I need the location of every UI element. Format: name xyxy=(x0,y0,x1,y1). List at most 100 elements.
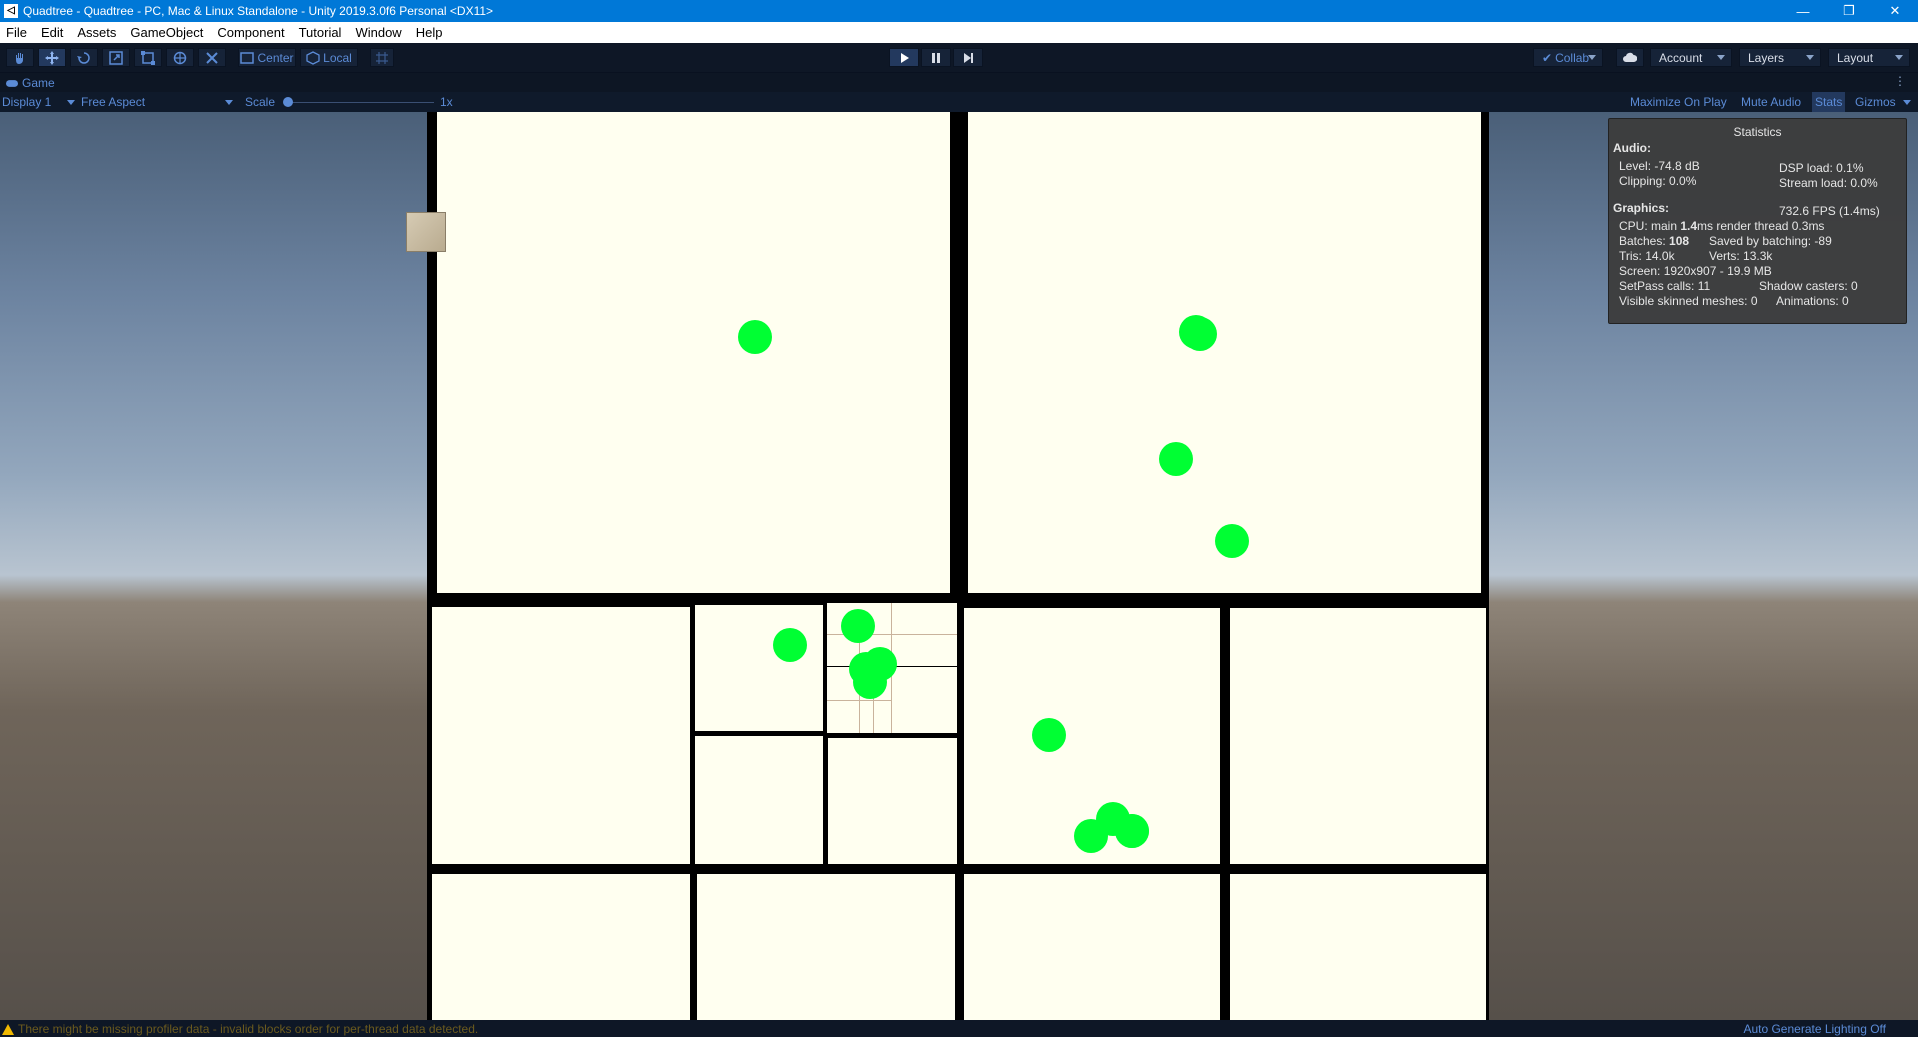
stats-fps: 732.6 FPS (1.4ms) xyxy=(1779,204,1880,218)
display-dropdown[interactable]: Display 1 xyxy=(2,95,75,109)
local-cube-icon xyxy=(306,50,320,65)
menu-file[interactable]: File xyxy=(0,25,35,40)
stats-saved-batching: Saved by batching: -89 xyxy=(1709,234,1832,248)
game-tab-bar: Game ⋮ xyxy=(0,73,1918,92)
pivot-rotation-toggle[interactable]: Local xyxy=(300,48,358,67)
menu-assets[interactable]: Assets xyxy=(71,25,124,40)
maximize-on-play-toggle[interactable]: Maximize On Play xyxy=(1627,92,1730,112)
hand-tool-button[interactable] xyxy=(6,48,34,67)
status-warning-text: There might be missing profiler data - i… xyxy=(18,1022,479,1036)
move-icon xyxy=(45,50,59,65)
game-tab-label: Game xyxy=(22,76,55,90)
scale-label: Scale xyxy=(245,95,276,109)
green-ball xyxy=(1074,819,1108,853)
scale-slider-track[interactable] xyxy=(288,102,434,103)
quadtree-cell xyxy=(1230,874,1486,1020)
statistics-panel: Statistics Audio: Level: -74.8 dB DSP lo… xyxy=(1608,118,1907,324)
menu-component[interactable]: Component xyxy=(211,25,292,40)
cloud-icon xyxy=(1623,52,1637,62)
stats-verts: Verts: 13.3k xyxy=(1709,249,1773,263)
status-bar: There might be missing profiler data - i… xyxy=(0,1020,1918,1037)
beige-cube-object xyxy=(406,212,446,252)
gizmos-label: Gizmos xyxy=(1855,95,1896,109)
window-title-bar: ◁ Quadtree - Quadtree - PC, Mac & Linux … xyxy=(0,0,1918,22)
pivot-label: Center xyxy=(257,50,294,65)
play-icon xyxy=(901,52,909,63)
aspect-dropdown[interactable]: Free Aspect xyxy=(81,95,233,109)
minimize-button[interactable]: — xyxy=(1780,0,1826,22)
scale-icon xyxy=(109,50,123,65)
transform-tool-button[interactable] xyxy=(166,48,194,67)
rotate-icon xyxy=(77,51,90,64)
pivot-center-icon xyxy=(240,51,255,64)
rect-tool-button[interactable] xyxy=(134,48,162,67)
menu-tutorial[interactable]: Tutorial xyxy=(293,25,350,40)
main-toolbar: Center Local ✔ Collab Account Layers Lay… xyxy=(0,43,1918,73)
close-button[interactable]: ✕ xyxy=(1872,0,1918,22)
custom-tool-button[interactable] xyxy=(198,48,226,67)
green-ball xyxy=(1115,814,1149,848)
mute-audio-toggle[interactable]: Mute Audio xyxy=(1738,92,1804,112)
layout-dropdown[interactable]: Layout xyxy=(1828,48,1910,67)
chevron-down-icon xyxy=(1588,55,1596,60)
collab-dropdown[interactable]: ✔ Collab xyxy=(1533,48,1603,67)
quadtree-cell xyxy=(828,738,957,864)
cloud-button[interactable] xyxy=(1616,48,1644,67)
move-tool-button[interactable] xyxy=(38,48,66,67)
stats-cpu-prefix: CPU: main xyxy=(1619,219,1681,233)
chevron-down-icon xyxy=(225,100,233,105)
tab-menu-icon[interactable]: ⋮ xyxy=(1894,74,1906,88)
green-ball xyxy=(738,320,772,354)
restore-button[interactable]: ❐ xyxy=(1826,0,1872,22)
green-ball xyxy=(1159,442,1193,476)
stats-animations: Animations: 0 xyxy=(1776,294,1849,308)
green-ball xyxy=(1032,718,1066,752)
stats-toggle[interactable]: Stats xyxy=(1812,92,1846,112)
pivot-mode-toggle[interactable]: Center xyxy=(238,48,296,67)
stats-shadow-casters: Shadow casters: 0 xyxy=(1759,279,1858,293)
rotate-tool-button[interactable] xyxy=(70,48,98,67)
green-ball xyxy=(773,628,807,662)
chevron-down-icon xyxy=(1806,55,1814,60)
snap-grid-button[interactable] xyxy=(370,48,394,67)
layout-label: Layout xyxy=(1837,50,1874,65)
tab-game[interactable]: Game xyxy=(6,76,55,90)
game-view[interactable]: Statistics Audio: Level: -74.8 dB DSP lo… xyxy=(0,112,1918,1020)
pause-button[interactable] xyxy=(921,48,951,67)
menu-gameobject[interactable]: GameObject xyxy=(124,25,211,40)
auto-lighting-status[interactable]: Auto Generate Lighting Off xyxy=(1743,1022,1886,1036)
stats-batches: Batches: 108 xyxy=(1619,234,1689,248)
menu-edit[interactable]: Edit xyxy=(35,25,71,40)
layers-label: Layers xyxy=(1748,50,1785,65)
chevron-down-icon xyxy=(1903,100,1912,106)
pause-icon xyxy=(932,52,940,63)
layers-dropdown[interactable]: Layers xyxy=(1739,48,1821,67)
account-dropdown[interactable]: Account xyxy=(1650,48,1732,67)
scale-tool-button[interactable] xyxy=(102,48,130,67)
scale-slider-handle[interactable] xyxy=(283,97,293,107)
tools-icon xyxy=(206,51,218,64)
quadtree-cell xyxy=(1230,608,1486,864)
game-view-toolbar: Display 1 Free Aspect Scale 1x Maximize … xyxy=(0,92,1918,112)
quadtree-board xyxy=(427,112,1489,1020)
stats-cpu-suffix: ms render thread 0.3ms xyxy=(1697,219,1825,233)
hand-icon xyxy=(16,52,23,64)
collab-check-icon: ✔ xyxy=(1542,50,1553,65)
game-controller-icon xyxy=(6,79,18,87)
unity-logo-icon: ◁ xyxy=(4,4,18,18)
quadtree-cell xyxy=(432,607,690,864)
gizmos-dropdown[interactable]: Gizmos xyxy=(1852,92,1914,112)
collab-label: Collab xyxy=(1555,50,1590,65)
status-warning[interactable]: There might be missing profiler data - i… xyxy=(2,1022,478,1036)
display-label: Display 1 xyxy=(2,95,52,109)
stats-tris: Tris: 14.0k xyxy=(1619,249,1675,263)
transform-icon xyxy=(173,51,187,64)
play-button[interactable] xyxy=(889,48,919,67)
step-button[interactable] xyxy=(953,48,983,67)
green-ball xyxy=(853,665,887,699)
green-ball xyxy=(1215,524,1249,558)
menu-window[interactable]: Window xyxy=(349,25,409,40)
chevron-down-icon xyxy=(1895,55,1903,60)
menu-help[interactable]: Help xyxy=(410,25,451,40)
stats-level: Level: -74.8 dB xyxy=(1619,159,1700,173)
